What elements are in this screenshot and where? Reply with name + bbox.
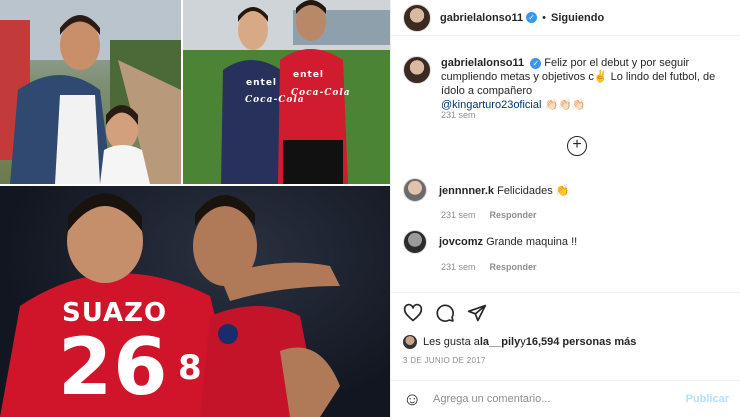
emoji-icon[interactable]: ☺: [403, 389, 425, 410]
post-media[interactable]: entel Coca-Cola entel Coca-Cola SUAZO 26…: [0, 0, 390, 417]
avatar[interactable]: [403, 3, 431, 32]
caption-timestamp[interactable]: 231 sem: [441, 110, 476, 120]
photo-childhood: [0, 0, 181, 184]
comment-timestamp[interactable]: 231 sem: [441, 210, 476, 220]
comment-text: Felicidades 👏: [497, 184, 570, 197]
post-side-panel: gabrielalonso11 ✓ • Siguiendo gabrielalo…: [390, 0, 740, 417]
photo-match: SUAZO 26 8: [0, 186, 390, 417]
liker-username[interactable]: la__pily: [480, 336, 520, 348]
likes-prefix: Les gusta a: [423, 336, 480, 348]
jersey-number-back: 8: [178, 348, 203, 388]
instagram-post: entel Coca-Cola entel Coca-Cola SUAZO 26…: [0, 0, 740, 417]
comment-input[interactable]: [433, 393, 686, 405]
comment-username[interactable]: jovcomz: [439, 236, 483, 248]
sponsor-text-4: Coca-Cola: [291, 88, 351, 98]
caption-username[interactable]: gabrielalonso11: [441, 57, 524, 69]
caption: gabrielalonso11 ✓ Feliz por el debut y p…: [403, 56, 733, 112]
jersey-number: 26: [58, 323, 169, 413]
comment-item: jovcomz Grande maquina !! 231 sem Respond…: [403, 230, 733, 272]
verified-badge-icon: ✓: [526, 12, 538, 23]
likes-summary: Les gusta a la__pily y 16,594 personas m…: [403, 335, 729, 349]
liker-avatar[interactable]: [403, 335, 417, 349]
sponsor-text: entel: [246, 78, 278, 88]
add-comment-bar: ☺ Publicar: [391, 380, 740, 417]
publish-button[interactable]: Publicar: [686, 393, 729, 405]
comment-avatar[interactable]: [403, 230, 427, 254]
separator-dot: •: [542, 11, 547, 24]
caption-text: gabrielalonso11 ✓ Feliz por el debut y p…: [441, 56, 731, 112]
share-icon[interactable]: [467, 303, 487, 323]
post-date[interactable]: 3 DE JUNIO DE 2017: [403, 356, 729, 365]
post-header: gabrielalonso11 ✓ • Siguiendo: [391, 0, 740, 36]
reply-button[interactable]: Responder: [490, 210, 537, 220]
sponsor-text-3: entel: [293, 70, 325, 80]
likes-count[interactable]: 16,594 personas más: [526, 336, 637, 348]
action-bar: Les gusta a la__pily y 16,594 personas m…: [391, 292, 740, 365]
caption-emojis: 👏🏻👏🏻👏🏻: [544, 99, 586, 111]
header-username[interactable]: gabrielalonso11: [440, 12, 523, 24]
comment-item: jennnner.k Felicidades 👏 231 sem Responde…: [403, 178, 733, 220]
comment-text: Grande maquina !!: [486, 236, 578, 248]
reply-button[interactable]: Responder: [490, 262, 537, 272]
comment-username[interactable]: jennnner.k: [439, 185, 494, 197]
comment-avatar[interactable]: [403, 178, 427, 202]
photo-training: entel Coca-Cola entel Coca-Cola: [183, 0, 390, 184]
caption-avatar[interactable]: [403, 56, 431, 84]
plus-circle-icon[interactable]: +: [567, 136, 587, 156]
comment-timestamp[interactable]: 231 sem: [441, 262, 476, 272]
verified-badge-icon: ✓: [530, 57, 542, 69]
comment-icon[interactable]: [435, 303, 455, 323]
heart-icon[interactable]: [403, 303, 423, 323]
following-button[interactable]: Siguiendo: [551, 12, 604, 24]
